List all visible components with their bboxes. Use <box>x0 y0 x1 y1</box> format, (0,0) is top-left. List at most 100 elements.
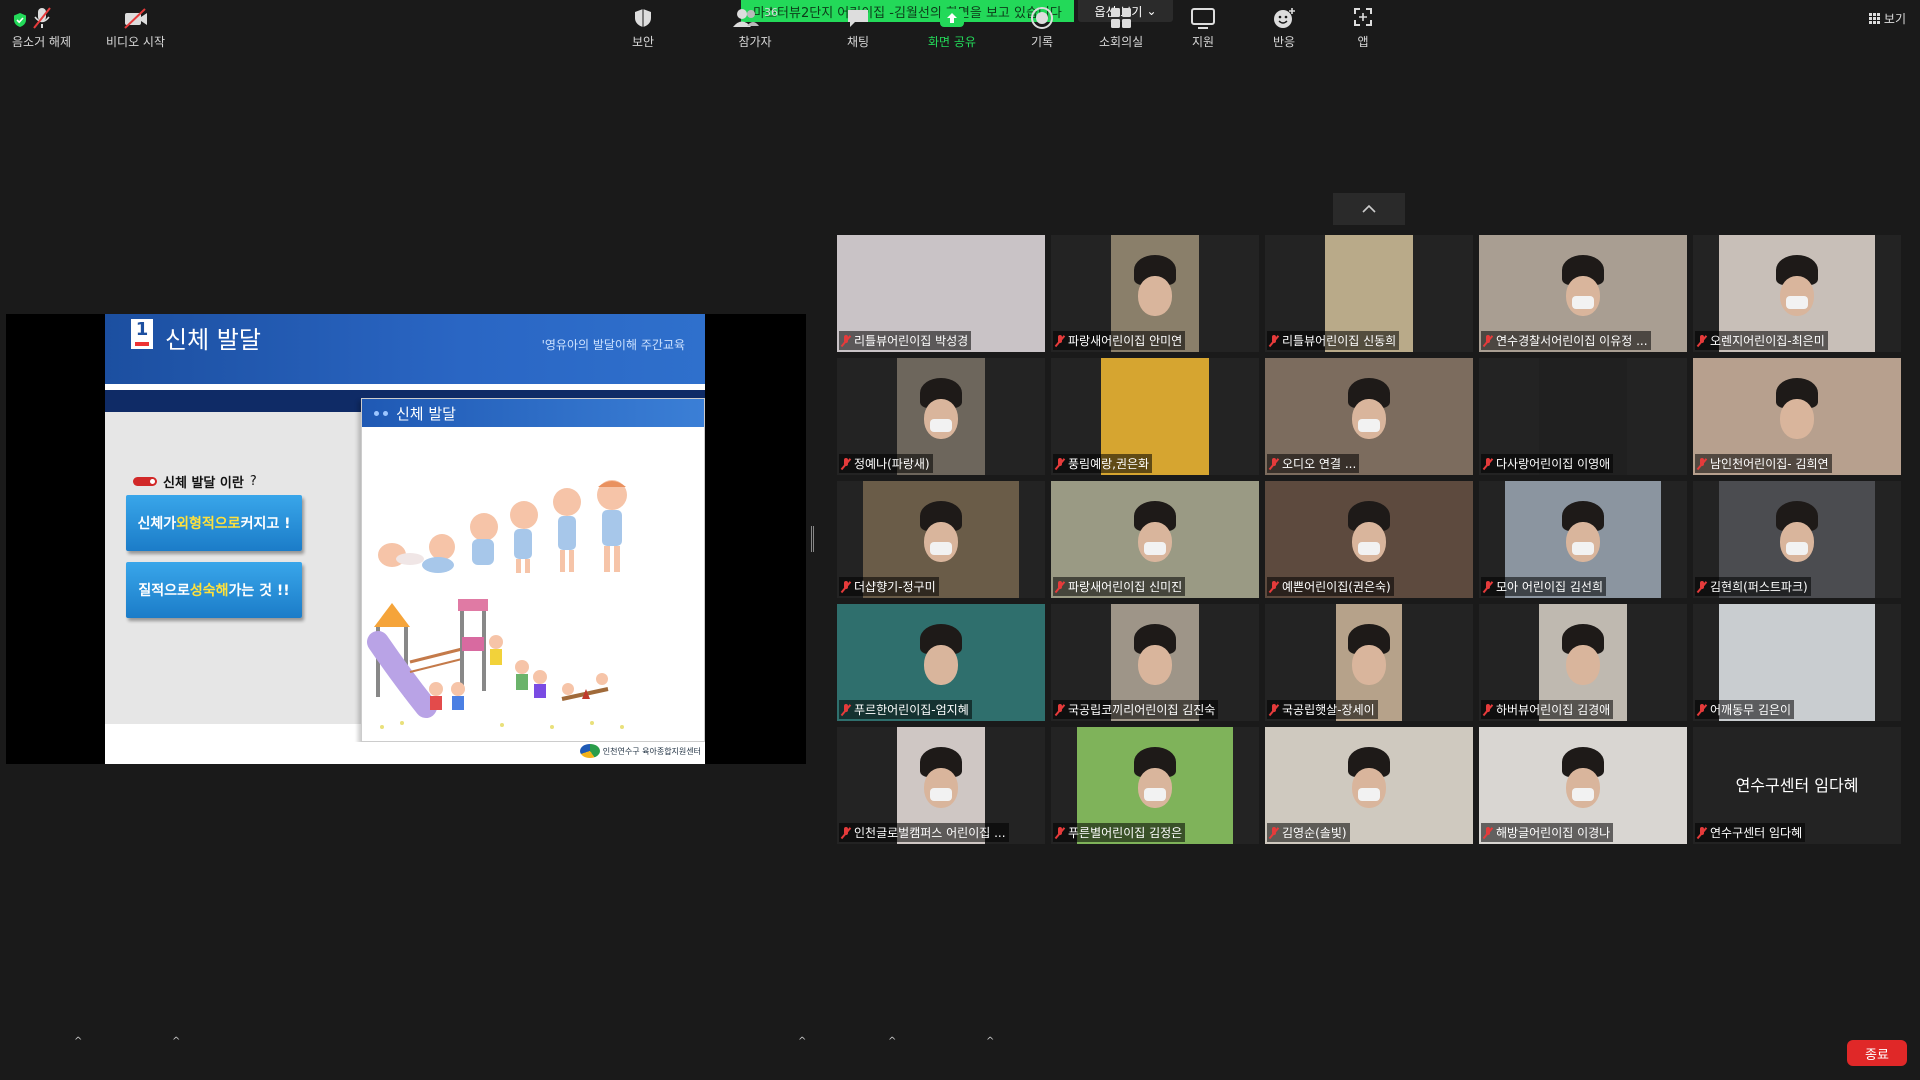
security-label: 보안 <box>632 35 655 49</box>
participant-name: 리틀뷰어린이집 박성경 <box>854 334 969 348</box>
participant-tile[interactable]: 예쁜어린이집(권은숙) <box>1265 481 1473 598</box>
reactions-button[interactable]: 반응 <box>1272 6 1296 50</box>
mic-muted-icon <box>1697 703 1707 716</box>
participant-name: 풍림예랑,권은화 <box>1068 457 1150 471</box>
participants-label: 참가자 <box>738 35 772 49</box>
meeting-toolbar <box>0 1024 1920 1080</box>
video-options-caret[interactable]: ^ <box>172 1036 180 1047</box>
participant-name: 예쁜어린이집(권은숙) <box>1282 580 1391 594</box>
participant-face <box>1566 275 1600 316</box>
participant-tile[interactable]: 국공립햇살-장세이 <box>1265 604 1473 721</box>
breakout-rooms-label: 소회의실 <box>1099 35 1144 49</box>
participant-name-label: 연수경찰서어린이집 이유정 ... <box>1481 331 1651 350</box>
participant-name: 국공립코끼리어린이집 김진숙 <box>1068 703 1216 717</box>
participant-tile[interactable]: 리틀뷰어린이집 박성경 <box>837 235 1045 352</box>
mic-muted-icon <box>1055 580 1065 593</box>
participant-face <box>924 521 958 562</box>
share-screen-icon <box>939 9 964 27</box>
participant-face <box>924 644 958 685</box>
participant-tile[interactable]: 리틀뷰어린이집 신동희 <box>1265 235 1473 352</box>
participants-options-caret[interactable]: ^ <box>798 1036 806 1047</box>
mic-muted-icon <box>1483 457 1493 470</box>
participant-name-label: 국공립햇살-장세이 <box>1267 700 1378 719</box>
participant-name-label: 오디오 연결 ... <box>1267 454 1360 473</box>
bullet-pill-icon <box>133 477 157 486</box>
start-video-label: 비디오 시작 <box>106 35 166 49</box>
mic-muted-icon <box>841 580 851 593</box>
mic-muted-icon <box>841 334 851 347</box>
participant-name-label: 모아 어린이집 김선희 <box>1481 577 1606 596</box>
participant-tile[interactable]: 더샵향기-정구미 <box>837 481 1045 598</box>
mic-muted-icon <box>1055 334 1065 347</box>
participant-tile[interactable]: 김현희(퍼스트파크) <box>1693 481 1901 598</box>
box1-text-post: 커지고 ! <box>240 516 291 532</box>
participant-display-name: 연수구센터 임다혜 <box>1735 776 1859 795</box>
split-view-divider-handle[interactable] <box>811 526 814 552</box>
participant-tile[interactable]: 김영순(솔빛) <box>1265 727 1473 844</box>
unmute-button[interactable]: 음소거 해제 <box>12 6 71 50</box>
participant-face <box>1566 767 1600 808</box>
share-options-caret[interactable]: ^ <box>986 1036 994 1047</box>
slide-left-panel: 신체 발달 이란 ? 신체가 외형적으로 커지고 ! 질적으로 성숙해 가는 것… <box>105 412 365 724</box>
share-screen-button[interactable]: 화면 공유 <box>928 6 976 50</box>
view-button[interactable]: 보기 <box>1868 10 1906 27</box>
participant-name-label: 풍림예랑,권은화 <box>1053 454 1153 473</box>
support-button[interactable]: 지원 <box>1190 6 1216 50</box>
audio-options-caret[interactable]: ^ <box>74 1036 82 1047</box>
screen-share-banner: 마스터뷰2단지 어린이집 -김월선의 화면을 보고 있습니다 <box>741 0 1074 22</box>
participant-name-label: 리틀뷰어린이집 신동희 <box>1267 331 1400 350</box>
participant-name-label: 푸른별어린이집 김정은 <box>1053 823 1186 842</box>
participant-face <box>1780 521 1814 562</box>
chat-button[interactable]: 채팅 <box>846 6 870 50</box>
participants-button[interactable]: 36 참가자 <box>732 6 778 50</box>
participant-tile[interactable]: 정예나(파랑새) <box>837 358 1045 475</box>
participant-tile[interactable]: 파랑새어린이집 신미진 <box>1051 481 1259 598</box>
participant-tile[interactable]: 푸른별어린이집 김정은 <box>1051 727 1259 844</box>
participant-tile[interactable]: 해방글어린이집 이경나 <box>1479 727 1687 844</box>
participant-face <box>1780 275 1814 316</box>
participant-tile[interactable]: 연수경찰서어린이집 이유정 ... <box>1479 235 1687 352</box>
participant-tile[interactable]: 푸르한어린이집-엄지혜 <box>837 604 1045 721</box>
participant-name-label: 해방글어린이집 이경나 <box>1481 823 1614 842</box>
participant-tile[interactable]: 하버뷰어린이집 김경애 <box>1479 604 1687 721</box>
participant-tile[interactable]: 다사랑어린이집 이영애 <box>1479 358 1687 475</box>
participant-name-label: 파랑새어린이집 신미진 <box>1053 577 1186 596</box>
participant-tile[interactable]: 모아 어린이집 김선희 <box>1479 481 1687 598</box>
record-button[interactable]: 기록 <box>1030 6 1054 50</box>
participant-tile[interactable]: 오디오 연결 ... <box>1265 358 1473 475</box>
security-shield-icon <box>635 9 652 27</box>
breakout-rooms-button[interactable]: 소회의실 <box>1099 6 1143 50</box>
slide-subtitle: '영유아의 발달이해 주간교육 <box>541 338 685 352</box>
apps-button[interactable]: 앱 <box>1352 6 1374 50</box>
participant-tile[interactable]: 국공립코끼리어린이집 김진숙 <box>1051 604 1259 721</box>
mic-muted-icon <box>1269 703 1279 716</box>
participant-tile[interactable]: 오렌지어린이집-최은미 <box>1693 235 1901 352</box>
collapse-gallery-button[interactable] <box>1333 193 1405 225</box>
participant-face <box>924 398 958 439</box>
participant-name: 모아 어린이집 김선희 <box>1496 580 1603 594</box>
participant-name: 푸르한어린이집-엄지혜 <box>854 703 969 717</box>
participant-name-label: 다사랑어린이집 이영애 <box>1481 454 1614 473</box>
participant-face <box>1566 644 1600 685</box>
end-meeting-button[interactable]: 종료 <box>1847 1040 1907 1066</box>
participant-tile[interactable]: 연수구센터 임다혜 연수구센터 임다혜 <box>1693 727 1901 844</box>
participant-tile[interactable]: 풍림예랑,권은화 <box>1051 358 1259 475</box>
share-screen-label: 화면 공유 <box>928 35 976 49</box>
question-row: 신체 발달 이란 ? <box>133 472 257 491</box>
participant-name: 파랑새어린이집 안미연 <box>1068 334 1183 348</box>
participant-tile[interactable]: 남인천어린이집- 김희연 <box>1693 358 1901 475</box>
participant-face <box>1780 398 1814 439</box>
box1-text-pre: 신체가 <box>137 516 177 532</box>
participant-tile[interactable]: 인천글로벌캠퍼스 어린이집 ... <box>837 727 1045 844</box>
record-icon <box>1031 7 1053 29</box>
security-button[interactable]: 보안 <box>632 6 654 50</box>
participant-face <box>924 767 958 808</box>
participants-count: 36 <box>764 5 778 19</box>
participant-name-label: 오렌지어린이집-최은미 <box>1695 331 1828 350</box>
support-cast-icon <box>1191 8 1215 29</box>
start-video-button[interactable]: 비디오 시작 <box>106 6 165 50</box>
participant-tile[interactable]: 파랑새어린이집 안미연 <box>1051 235 1259 352</box>
mic-muted-icon <box>32 7 51 29</box>
participant-tile[interactable]: 어깨동무 김은이 <box>1693 604 1901 721</box>
chat-options-caret[interactable]: ^ <box>888 1036 896 1047</box>
